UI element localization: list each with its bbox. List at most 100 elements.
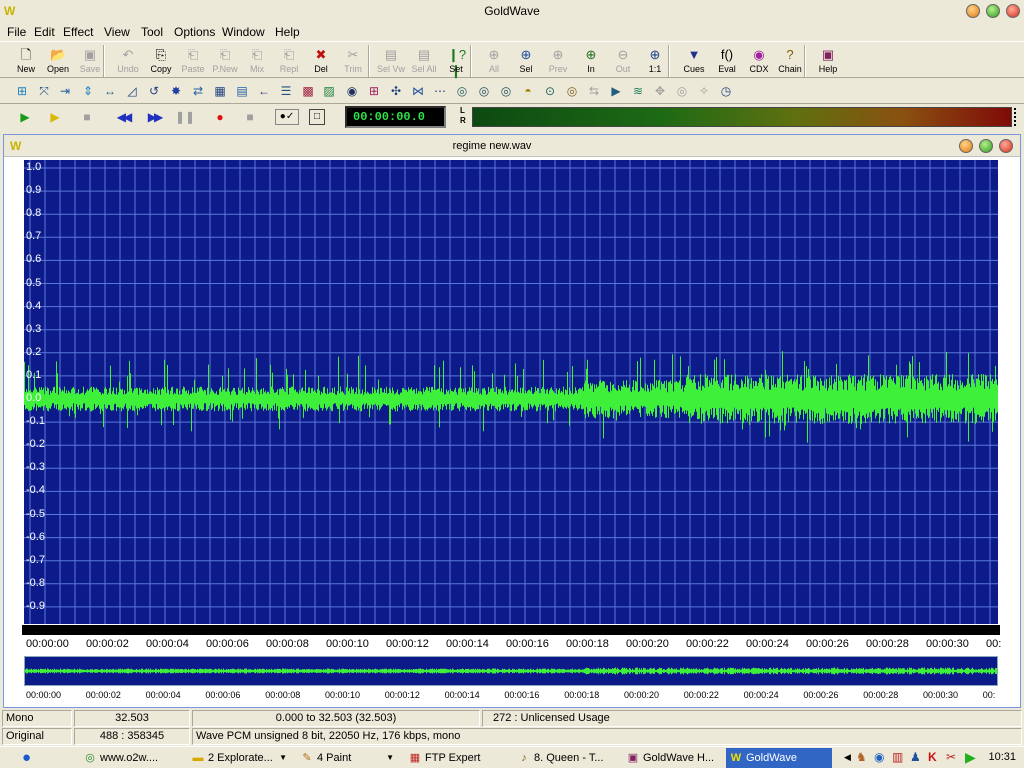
swap-icon[interactable]: ⇄ xyxy=(189,82,207,100)
offset-icon[interactable]: ⇆ xyxy=(585,82,603,100)
tray-k-icon[interactable]: K xyxy=(928,750,937,764)
expand-icon[interactable]: ⇕ xyxy=(79,82,97,100)
doc-maximize-button[interactable] xyxy=(979,139,993,153)
menu-tool[interactable]: Tool xyxy=(141,25,163,39)
task-paint[interactable]: ✎ 4 Paint ▼ xyxy=(297,748,402,768)
eye-icon[interactable]: ◉ xyxy=(343,82,361,100)
toolbar-cues-button[interactable]: ▼ Cues xyxy=(679,46,709,78)
reduce-icon[interactable]: ⋯ xyxy=(431,82,449,100)
cross-icon[interactable]: ⤧ xyxy=(35,82,53,100)
filter-icon[interactable]: ▤ xyxy=(233,82,251,100)
menu-file[interactable]: File xyxy=(7,25,26,39)
toolbar-save-button[interactable]: ▣ Save xyxy=(75,46,105,78)
doppler-icon[interactable]: ◎ xyxy=(453,82,471,100)
pitch-icon[interactable]: ✣ xyxy=(387,82,405,100)
time-ruler-label: 00:00:04 xyxy=(146,638,189,650)
noise-icon[interactable]: ▨ xyxy=(320,82,338,100)
start-apple-icon[interactable]: ● xyxy=(22,748,42,768)
toolbar-separator xyxy=(103,45,105,77)
tray-tools-icon[interactable]: ✂ xyxy=(946,750,956,764)
hz-icon[interactable]: ≋ xyxy=(629,82,647,100)
flanger-icon[interactable]: ◎ xyxy=(497,82,515,100)
y-axis-label: -0.7 xyxy=(26,553,45,566)
device-window-icon[interactable]: □ xyxy=(309,109,325,125)
arrow-right-icon[interactable]: ⇥ xyxy=(56,82,74,100)
task-explorer[interactable]: ▬ 2 Explorate... ▼ xyxy=(188,748,293,768)
tray-app-icon[interactable]: ♞ xyxy=(856,750,867,764)
toolbar-help-button[interactable]: ▣ Help xyxy=(813,46,843,78)
toolbar-chain-button[interactable]: ? Chain xyxy=(775,46,805,78)
task-goldwave[interactable]: W GoldWave xyxy=(726,748,832,768)
record-icon[interactable]: ● xyxy=(211,108,229,126)
tray-user-icon[interactable]: ♟ xyxy=(910,750,921,764)
document-title-bar: W regime new.wav xyxy=(4,135,1020,157)
pause-icon[interactable]: ❚❚ xyxy=(175,108,195,126)
task-media-player[interactable]: ♪ 8. Queen - T... xyxy=(514,748,619,768)
evaluator-icon: f() xyxy=(720,47,734,62)
play-selection-icon[interactable]: ▶ xyxy=(46,108,64,126)
tray-network-icon[interactable]: ◉ xyxy=(874,750,884,764)
doc-close-button[interactable] xyxy=(999,139,1013,153)
stretch-icon[interactable]: ↔ xyxy=(101,82,119,100)
compress-icon[interactable]: ⋈ xyxy=(409,82,427,100)
toolbar-separator xyxy=(368,45,370,77)
toolbar-sel-vw-button[interactable]: ▤ Sel Vw xyxy=(376,46,406,78)
loop-icon[interactable]: ↺ xyxy=(145,82,163,100)
meter-menu-icon[interactable] xyxy=(1014,108,1018,126)
minimize-button[interactable] xyxy=(966,4,980,18)
record-options-icon[interactable]: ●✓ xyxy=(275,109,299,125)
waveform-display[interactable] xyxy=(24,160,998,631)
browser-icon: ◎ xyxy=(85,752,95,764)
menu-help[interactable]: Help xyxy=(275,25,300,39)
toolbar-set-button[interactable]: ❙?❙ Set xyxy=(441,46,471,78)
time-ruler-label: 00:00:24 xyxy=(746,638,789,650)
tray-play-icon[interactable]: ▶ xyxy=(965,749,976,766)
time-ruler-label: 00:00:22 xyxy=(686,638,729,650)
media-player-icon: ♪ xyxy=(521,752,527,764)
left-arrow-icon[interactable]: ← xyxy=(255,82,273,100)
tray-meter-icon[interactable]: ▥ xyxy=(892,750,903,764)
overview-display[interactable] xyxy=(24,656,998,686)
gear-icon[interactable]: ✸ xyxy=(167,82,185,100)
task-goldwave-help[interactable]: ▣ GoldWave H... xyxy=(623,748,723,768)
menu-options[interactable]: Options xyxy=(174,25,215,39)
envelope-icon[interactable]: ◿ xyxy=(123,82,141,100)
menu-edit[interactable]: Edit xyxy=(34,25,55,39)
fade-icon[interactable]: ⊞ xyxy=(13,82,31,100)
rewind-icon[interactable]: ◀◀ xyxy=(110,108,136,126)
mechanize-icon[interactable]: ◓ xyxy=(519,82,537,100)
disabled-gear-icon[interactable]: ✥ xyxy=(651,82,669,100)
toolbar-trim-button[interactable]: ✂ Trim xyxy=(338,46,368,78)
time-ruler-label: 00:00:08 xyxy=(266,638,309,650)
spectrum-icon[interactable]: ▩ xyxy=(299,82,317,100)
disabled-tool-icon[interactable]: ✧ xyxy=(695,82,713,100)
toolbar-undo-button[interactable]: ↶ Undo xyxy=(113,46,143,78)
time-ruler-label: 00:00:10 xyxy=(326,638,369,650)
task-ftp-expert[interactable]: ▦ FTP Expert xyxy=(405,748,510,768)
menu-window[interactable]: Window xyxy=(222,25,265,39)
stop-icon[interactable]: ■ xyxy=(78,108,96,126)
menu-effect[interactable]: Effect xyxy=(63,25,93,39)
echo-icon[interactable]: ◎ xyxy=(475,82,493,100)
stop-record-icon[interactable]: ■ xyxy=(241,108,259,126)
doc-minimize-button[interactable] xyxy=(959,139,973,153)
invert-icon[interactable]: ⊙ xyxy=(541,82,559,100)
fast-forward-icon[interactable]: ▶▶ xyxy=(141,108,167,126)
status-license: 272 : Unlicensed Usage xyxy=(482,710,1022,727)
grid-icon[interactable]: ▦ xyxy=(211,82,229,100)
clock-icon[interactable]: ◷ xyxy=(717,82,735,100)
playback-rate-icon[interactable]: ◎ xyxy=(563,82,581,100)
play-hz-icon[interactable]: ▶ xyxy=(607,82,625,100)
play-icon[interactable]: ▶ xyxy=(16,108,34,126)
menu-view[interactable]: View xyxy=(104,25,130,39)
overview-ruler-label: 00:00:30 xyxy=(923,690,959,700)
mixer-icon[interactable]: ⊞ xyxy=(365,82,383,100)
toolbar-1-1-button[interactable]: ⊕ 1:1 xyxy=(640,46,670,78)
task-browser[interactable]: ◎ www.o2w.... xyxy=(80,748,185,768)
maximize-button[interactable] xyxy=(986,4,1000,18)
equalizer-icon[interactable]: ☰ xyxy=(277,82,295,100)
close-button[interactable] xyxy=(1006,4,1020,18)
tray-scroll-left-icon[interactable]: ◀ xyxy=(844,752,851,763)
toolbar-prev-button[interactable]: ⊕ Prev xyxy=(543,46,573,78)
disabled-echo-icon[interactable]: ◎ xyxy=(673,82,691,100)
